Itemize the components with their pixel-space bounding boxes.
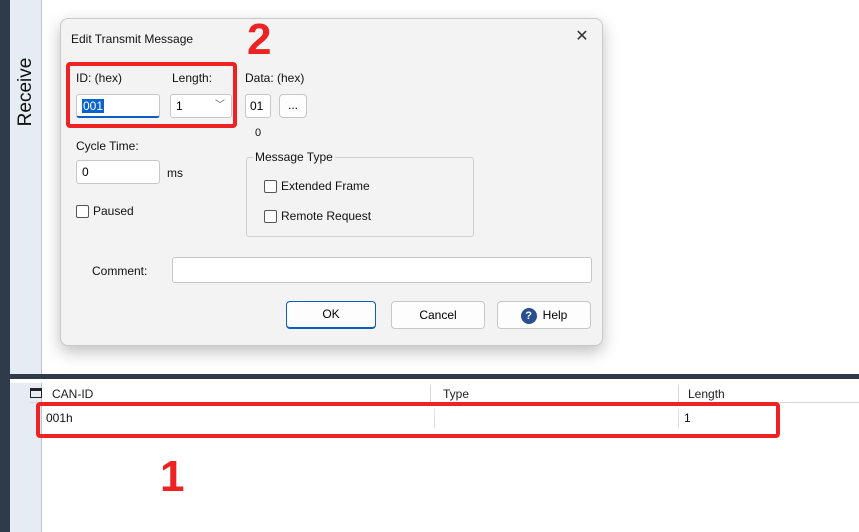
help-icon: ? (520, 307, 537, 324)
help-button[interactable]: ? Help (497, 301, 591, 329)
help-button-label: Help (542, 308, 568, 322)
data-byte-input[interactable]: 01 (245, 94, 271, 118)
paused-label: Paused (93, 204, 134, 218)
column-separator[interactable] (430, 385, 431, 403)
ok-button[interactable]: OK (286, 301, 376, 329)
cycle-time-label: Cycle Time: (76, 139, 139, 153)
left-window-strip (0, 0, 10, 532)
receive-label: Receive (15, 57, 36, 127)
message-type-label: Message Type (253, 150, 335, 164)
comment-input[interactable] (172, 257, 592, 283)
column-header-can-id[interactable]: CAN-ID (52, 385, 93, 403)
column-separator[interactable] (678, 385, 679, 403)
paused-checkbox[interactable]: Paused (76, 204, 134, 218)
column-header-type[interactable]: Type (443, 385, 469, 403)
remote-request-checkbox-box[interactable] (264, 209, 277, 223)
data-label: Data: (hex) (245, 71, 305, 85)
table-header: CAN-ID Type Length (30, 385, 859, 403)
message-type-group (246, 157, 474, 237)
close-icon[interactable]: ✕ (568, 25, 596, 49)
annotation-number-2: 2 (247, 15, 272, 64)
column-header-length[interactable]: Length (688, 385, 725, 403)
extended-frame-label: Extended Frame (281, 179, 370, 193)
remote-request-checkbox[interactable]: Remote Request (264, 209, 371, 223)
extended-frame-checkbox-box[interactable] (264, 179, 277, 193)
data-byte-index: 0 (255, 127, 262, 139)
cancel-button[interactable]: Cancel (391, 301, 485, 329)
data-more-button[interactable]: ... (279, 94, 307, 118)
remote-request-label: Remote Request (281, 209, 372, 223)
cycle-time-input[interactable]: 0 (76, 160, 160, 184)
annotation-box-1 (36, 402, 780, 438)
panel-splitter[interactable] (10, 374, 859, 379)
cycle-time-unit: ms (167, 166, 183, 180)
annotation-box-2 (66, 62, 237, 128)
dialog-title: Edit Transmit Message (71, 32, 194, 46)
extended-frame-checkbox[interactable]: Extended Frame (264, 179, 370, 193)
comment-label: Comment: (92, 264, 148, 278)
annotation-number-1: 1 (160, 452, 185, 501)
edit-transmit-message-dialog: Edit Transmit Message ✕ ID: (hex) 001 Le… (60, 15, 603, 346)
window-icon (30, 388, 42, 398)
paused-checkbox-box[interactable] (76, 204, 89, 218)
